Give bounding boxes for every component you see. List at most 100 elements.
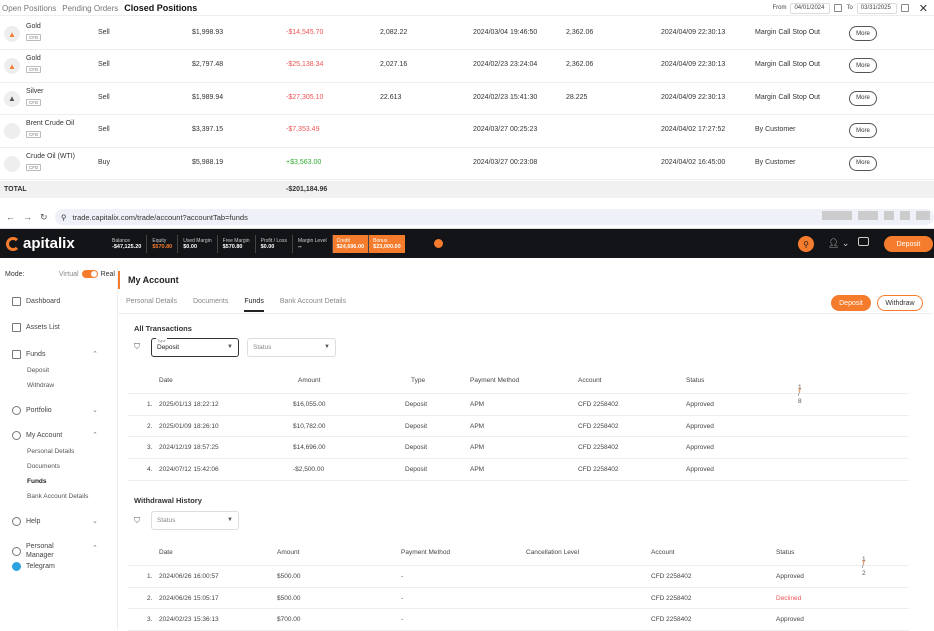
- status-select[interactable]: Status ▼: [247, 338, 336, 357]
- sidebar-sub-funds[interactable]: Funds: [27, 478, 47, 485]
- close-price: 2,362.06: [566, 61, 594, 69]
- more-button[interactable]: More: [849, 58, 877, 74]
- tx-account: CFD 2258402: [578, 466, 619, 474]
- sidebar-item-assets[interactable]: Assets List: [12, 323, 60, 332]
- more-button[interactable]: More: [849, 26, 877, 41]
- chevron-right-icon[interactable]: ›: [798, 384, 801, 394]
- mode-virtual[interactable]: Virtual: [59, 271, 79, 278]
- tab-documents[interactable]: Documents: [193, 298, 228, 312]
- sidebar-item-my-account[interactable]: My Account: [12, 431, 62, 440]
- url-text: trade.capitalix.com/trade/account?accoun…: [72, 212, 248, 222]
- from-date-input[interactable]: 04/01/2024: [790, 2, 831, 14]
- more-button[interactable]: More: [849, 90, 877, 106]
- tx-status: Approved: [686, 444, 714, 452]
- sidebar-item-label: Assets List: [26, 324, 60, 331]
- sidebar-sub-documents[interactable]: Documents: [27, 463, 60, 470]
- extension-icon[interactable]: [916, 211, 930, 220]
- tab-bank-account-details[interactable]: Bank Account Details: [280, 298, 346, 312]
- chevron-up-icon[interactable]: ⌃: [92, 350, 98, 358]
- stat-value: $24,696.00: [336, 244, 365, 250]
- withdrawal-status-select[interactable]: Status ▼: [151, 511, 239, 530]
- mode-real[interactable]: Real: [101, 271, 115, 278]
- extension-icon[interactable]: [884, 211, 894, 220]
- info-icon[interactable]: [434, 239, 443, 248]
- sidebar-item-personal-manager[interactable]: Personal Manager: [12, 542, 82, 560]
- sidebar-item-funds[interactable]: Funds: [12, 350, 45, 359]
- type-select[interactable]: Type Deposit ▼: [151, 338, 239, 357]
- tx-type: Deposit: [405, 444, 428, 452]
- tab-closed-positions[interactable]: Closed Positions: [124, 3, 197, 13]
- table-header: Date Amount Type Payment Method Account …: [128, 368, 909, 405]
- instrument-name: Gold: [26, 55, 41, 63]
- header-deposit-button[interactable]: Deposit: [884, 236, 933, 252]
- help-icon: [12, 517, 21, 526]
- extension-icon[interactable]: [822, 211, 852, 220]
- chevron-down-icon[interactable]: ⌄: [92, 406, 98, 414]
- tab-pending-orders[interactable]: Pending Orders: [62, 4, 118, 13]
- capitalix-logo[interactable]: apitalix: [6, 235, 75, 252]
- col-type: Type: [411, 377, 426, 384]
- address-bar[interactable]: ⚲ trade.capitalix.com/trade/account?acco…: [55, 209, 934, 225]
- chevron-up-icon[interactable]: ⌃: [92, 431, 98, 439]
- user-icon[interactable]: 👤︎ ⌄: [828, 238, 849, 249]
- to-date-input[interactable]: 03/31/2025: [856, 2, 897, 14]
- more-button[interactable]: More: [849, 155, 877, 171]
- profit-loss: +$3,563.00: [286, 158, 322, 166]
- sidebar-item-label: My Account: [26, 432, 63, 439]
- side: Sell: [98, 29, 110, 36]
- calendar-icon[interactable]: [900, 4, 909, 12]
- sidebar-sub-deposit[interactable]: Deposit: [27, 367, 49, 374]
- col-status: Status: [686, 377, 705, 384]
- sidebar-item-telegram[interactable]: Telegram: [12, 562, 55, 571]
- tx-account: CFD 2258402: [578, 444, 619, 452]
- chevron-right-icon[interactable]: ›: [862, 556, 865, 566]
- open-time: 2024/03/27 00:23:08: [473, 158, 538, 166]
- side: Sell: [98, 126, 110, 134]
- close-icon[interactable]: ✕: [919, 2, 928, 15]
- mode-toggle[interactable]: [81, 270, 98, 278]
- forward-icon[interactable]: →: [23, 212, 32, 223]
- tab-personal-details[interactable]: Personal Details: [126, 298, 177, 312]
- total-value: -$201,184.96: [286, 186, 328, 193]
- back-icon[interactable]: ←: [6, 212, 15, 223]
- open-price: 2,027.16: [380, 61, 408, 69]
- extension-icon[interactable]: [900, 211, 910, 220]
- wd-amount: $700.00: [277, 616, 301, 624]
- stat-value: $570.80: [222, 244, 243, 250]
- open-price: 2,082.22: [380, 29, 408, 36]
- telegram-icon: [12, 562, 21, 571]
- filter-icon[interactable]: ⛉: [134, 516, 140, 526]
- more-button[interactable]: More: [849, 123, 877, 139]
- sidebar-sub-bank-account[interactable]: Bank Account Details: [27, 493, 88, 500]
- chevron-up-icon[interactable]: ⌃: [92, 544, 98, 552]
- search-icon[interactable]: ⚲: [798, 236, 814, 252]
- deposit-button[interactable]: Deposit: [831, 295, 871, 311]
- tab-funds[interactable]: Funds: [244, 298, 264, 312]
- extension-icon[interactable]: [858, 211, 878, 220]
- filter-icon[interactable]: ⛉: [134, 342, 140, 352]
- chat-icon[interactable]: [858, 237, 869, 246]
- sidebar-item-dashboard[interactable]: Dashboard: [12, 297, 60, 306]
- row-number: 2.: [147, 594, 153, 602]
- wd-amount: $500.00: [277, 594, 301, 602]
- table-row: ▲ Gold CFD Sell $2,797.48 -$25,138.34 2,…: [0, 50, 934, 83]
- row-number: 2.: [147, 422, 153, 430]
- row-number: 4.: [147, 466, 153, 474]
- close-time: 2024/04/02 17:27:52: [661, 126, 726, 134]
- page-title: My Account: [128, 275, 179, 285]
- sidebar-sub-withdraw[interactable]: Withdraw: [27, 382, 54, 389]
- sidebar-item-help[interactable]: Help: [12, 517, 40, 526]
- reload-icon[interactable]: ↻: [40, 212, 48, 223]
- withdraw-button[interactable]: Withdraw: [877, 295, 923, 311]
- sidebar-sub-personal-details[interactable]: Personal Details: [27, 448, 74, 455]
- site-settings-icon[interactable]: ⚲: [61, 213, 67, 222]
- type-value: Deposit: [157, 344, 180, 351]
- stat-value: -$47,125.20: [112, 244, 142, 250]
- chevron-down-icon[interactable]: ⌄: [92, 517, 98, 525]
- calendar-icon[interactable]: [834, 4, 843, 12]
- tab-open-positions[interactable]: Open Positions: [2, 4, 56, 13]
- manager-icon: [12, 546, 21, 556]
- stat-credit: Credit $24,696.00: [331, 235, 369, 253]
- sidebar-item-portfolio[interactable]: Portfolio: [12, 406, 52, 415]
- table-row: ▲ Silver CFD Sell $1,989.94 -$27,305.10 …: [0, 83, 934, 116]
